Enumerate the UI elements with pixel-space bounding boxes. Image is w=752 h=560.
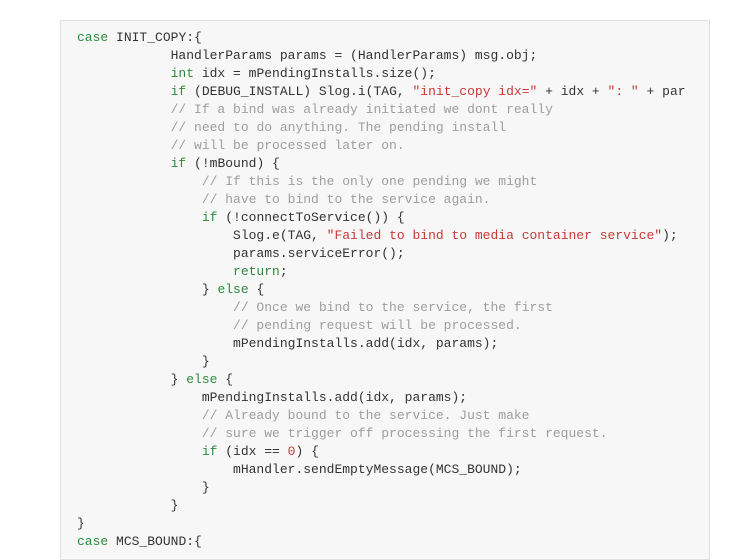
comment: // need to do anything. The pending inst… — [171, 120, 506, 135]
keyword-if: if — [202, 444, 218, 459]
code-line: ); — [662, 228, 678, 243]
code-line: + idx + — [537, 84, 607, 99]
keyword-if: if — [202, 210, 218, 225]
keyword-return: return — [233, 264, 280, 279]
code-line: mPendingInstalls.add(idx, params); — [202, 390, 467, 405]
code-line: (!mBound) { — [186, 156, 280, 171]
punct: :{ — [186, 534, 202, 549]
comment: // If this is the only one pending we mi… — [202, 174, 537, 189]
code-line: + par — [639, 84, 686, 99]
code-line: Slog.e(TAG, — [233, 228, 327, 243]
string-literal: "init_copy idx=" — [412, 84, 537, 99]
code-line: } — [77, 516, 85, 531]
comment: // Already bound to the service. Just ma… — [202, 408, 530, 423]
code-line: ; — [280, 264, 288, 279]
code-line: } — [171, 372, 187, 387]
keyword-case: case — [77, 30, 108, 45]
comment: // pending request will be processed. — [233, 318, 522, 333]
comment: // sure we trigger off processing the fi… — [202, 426, 608, 441]
code-line: mPendingInstalls.add(idx, params); — [233, 336, 498, 351]
code-line: } — [171, 498, 179, 513]
comment: // have to bind to the service again. — [202, 192, 491, 207]
keyword-int: int — [171, 66, 194, 81]
code-line: mHandler.sendEmptyMessage(MCS_BOUND); — [233, 462, 522, 477]
comment: // If a bind was already initiated we do… — [171, 102, 553, 117]
identifier: MCS_BOUND — [116, 534, 186, 549]
code-line: params.serviceError(); — [233, 246, 405, 261]
code-line: HandlerParams params = (HandlerParams) m… — [171, 48, 538, 63]
code-line: { — [249, 282, 265, 297]
keyword-else: else — [186, 372, 217, 387]
comment: // Once we bind to the service, the firs… — [233, 300, 553, 315]
code-line: (!connectToService()) { — [217, 210, 404, 225]
keyword-if: if — [171, 156, 187, 171]
punct: :{ — [186, 30, 202, 45]
string-literal: ": " — [608, 84, 639, 99]
code-line: (DEBUG_INSTALL) Slog.i(TAG, — [186, 84, 412, 99]
code-block: case INIT_COPY:{ HandlerParams params = … — [60, 20, 710, 560]
comment: // will be processed later on. — [171, 138, 405, 153]
keyword-if: if — [171, 84, 187, 99]
string-literal: "Failed to bind to media container servi… — [327, 228, 662, 243]
code-line: { — [217, 372, 233, 387]
code-line: (idx == — [217, 444, 287, 459]
keyword-case: case — [77, 534, 108, 549]
code-line: } — [202, 354, 210, 369]
code-line: ) { — [295, 444, 318, 459]
code-line: idx = mPendingInstalls.size(); — [194, 66, 436, 81]
code-line: } — [202, 282, 218, 297]
code-line: } — [202, 480, 210, 495]
keyword-else: else — [217, 282, 248, 297]
identifier: INIT_COPY — [116, 30, 186, 45]
